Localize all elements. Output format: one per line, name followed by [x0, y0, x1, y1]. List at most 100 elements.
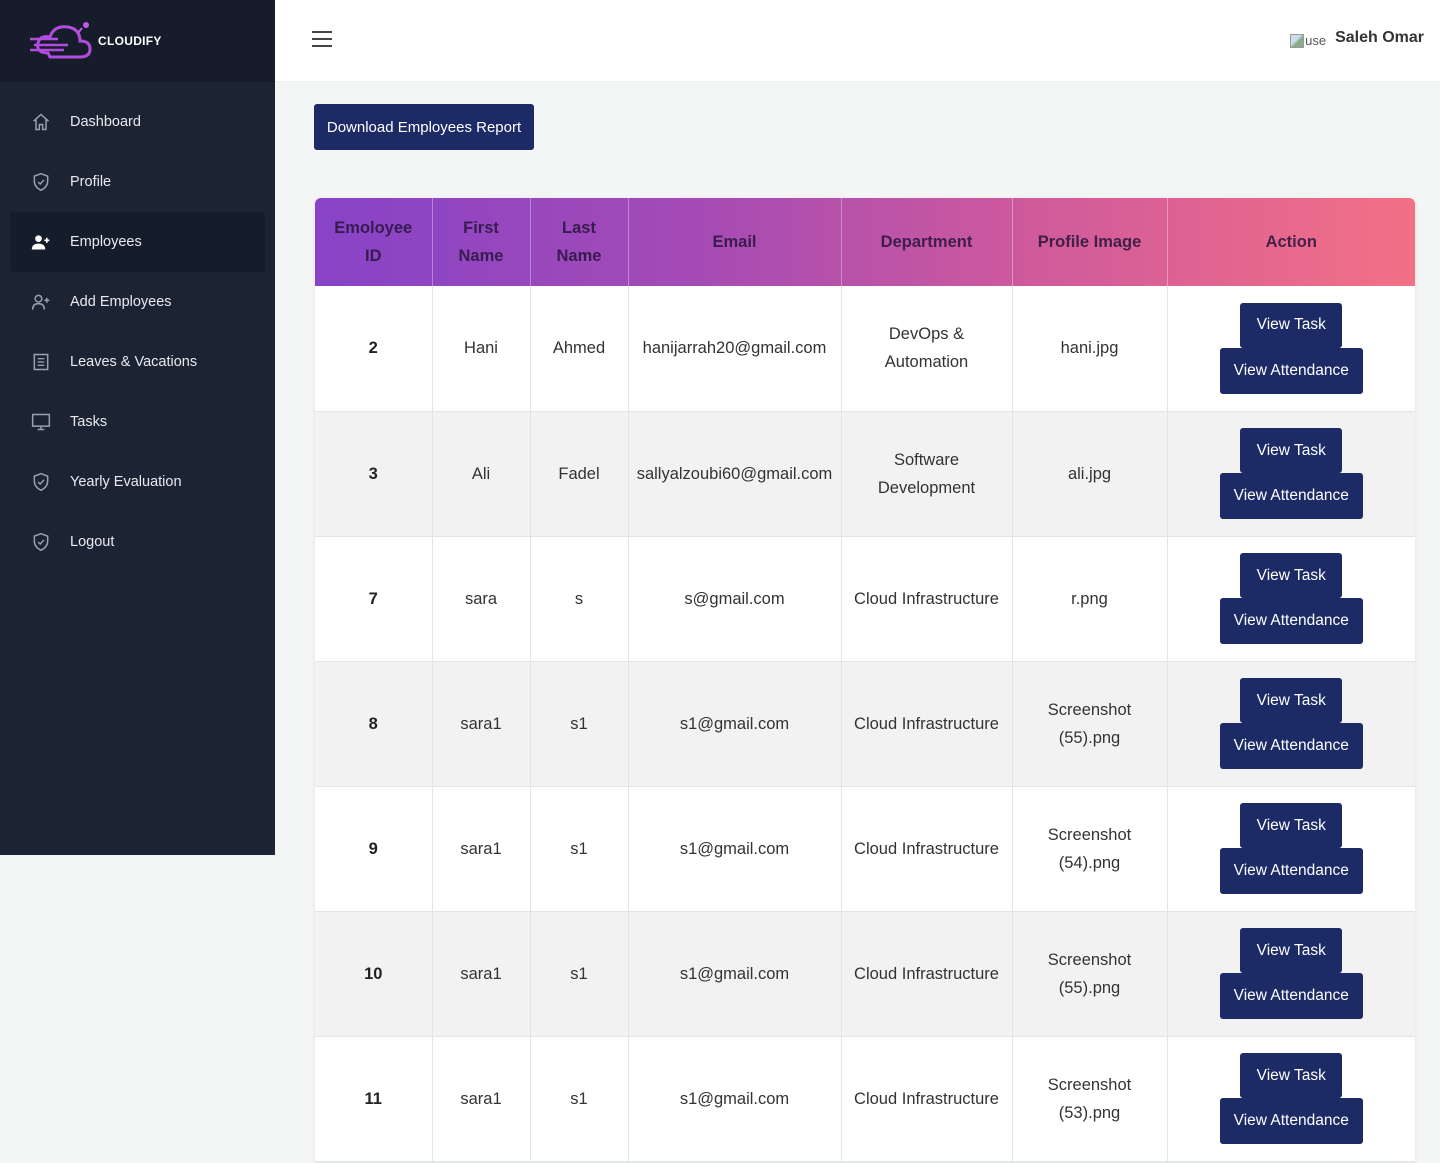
table-row: 2 Hani Ahmed hanijarrah20@gmail.com DevOps &…	[315, 286, 1415, 412]
email-cell: s1@gmail.com	[628, 1036, 842, 1162]
list-icon	[30, 351, 52, 373]
department-cell: Cloud Infrastructure	[841, 911, 1013, 1037]
user-plus-icon	[30, 231, 52, 253]
brand-name: CLOUDIFY	[98, 34, 162, 48]
monitor-icon	[30, 411, 52, 433]
view-task-button[interactable]: View Task	[1240, 553, 1343, 598]
last-name-cell: s1	[530, 661, 629, 787]
sidebar-item-label: Add Employees	[70, 294, 172, 310]
action-cell: View Task View Attendance	[1167, 661, 1415, 787]
sidebar-item-profile[interactable]: Profile	[10, 152, 265, 212]
last-name-cell: Ahmed	[530, 286, 629, 412]
first-name-cell: sara	[432, 536, 531, 662]
column-header-profile-image: Profile Image	[1012, 198, 1168, 286]
department-cell: Software Development	[841, 411, 1013, 537]
sidebar-item-dashboard[interactable]: Dashboard	[10, 92, 265, 152]
employee-id-cell: 2	[315, 286, 433, 412]
sidebar-item-label: Tasks	[70, 414, 108, 430]
view-attendance-button[interactable]: View Attendance	[1219, 973, 1363, 1019]
sidebar-item-employees[interactable]: Employees	[10, 212, 265, 272]
sidebar-item-add-employees[interactable]: Add Employees	[10, 272, 265, 332]
user-plus-icon	[30, 291, 52, 313]
first-name-cell: sara1	[432, 786, 531, 912]
broken-image-icon	[1290, 33, 1305, 48]
sidebar-item-tasks[interactable]: Tasks	[10, 392, 265, 452]
table-row: 7 sara s s@gmail.com Cloud Infrastructure r.p…	[315, 536, 1415, 662]
sidebar-item-label: Profile	[70, 174, 112, 190]
avatar-alt-text: use	[1305, 33, 1327, 48]
action-cell: View Task View Attendance	[1167, 1036, 1415, 1162]
view-task-button[interactable]: View Task	[1240, 803, 1343, 848]
user-name: Saleh Omar	[1335, 28, 1424, 46]
view-task-button[interactable]: View Task	[1240, 302, 1343, 348]
action-cell: View Task View Attendance	[1167, 536, 1415, 662]
first-name-cell: sara1	[432, 661, 531, 787]
hamburger-menu-icon[interactable]	[312, 31, 332, 47]
view-attendance-button[interactable]: View Attendance	[1219, 473, 1363, 519]
sidebar-item-label: Logout	[70, 534, 115, 550]
employee-id-cell: 9	[315, 786, 433, 912]
email-cell: hanijarrah20@gmail.com	[628, 286, 842, 412]
table-row: 3 Ali Fadel sallyalzoubi60@gmail.com Softwar…	[315, 411, 1415, 537]
sidebar-item-leaves[interactable]: Leaves & Vacations	[10, 332, 265, 392]
table-header-row: Emoloyee ID First Name Last Name Email Depa…	[315, 198, 1415, 286]
user-menu[interactable]: use Saleh Omar	[1290, 27, 1424, 48]
view-attendance-button[interactable]: View Attendance	[1219, 848, 1363, 894]
email-cell: s1@gmail.com	[628, 661, 842, 787]
action-cell: View Task View Attendance	[1167, 411, 1415, 537]
profile-image-cell: r.png	[1012, 536, 1168, 662]
email-cell: s@gmail.com	[628, 536, 842, 662]
email-cell: s1@gmail.com	[628, 786, 842, 912]
employee-id-cell: 11	[315, 1036, 433, 1162]
view-attendance-button[interactable]: View Attendance	[1219, 598, 1363, 644]
last-name-cell: s	[530, 536, 629, 662]
employee-id-cell: 7	[315, 536, 433, 662]
employee-id-cell: 8	[315, 661, 433, 787]
view-task-button[interactable]: View Task	[1240, 428, 1343, 473]
table-row: 11 sara1 s1 s1@gmail.com Cloud Infrastructur…	[315, 1036, 1415, 1162]
sidebar-item-yearly-evaluation[interactable]: Yearly Evaluation	[10, 452, 265, 512]
last-name-cell: s1	[530, 786, 629, 912]
table-row: 9 sara1 s1 s1@gmail.com Cloud Infrastructure…	[315, 786, 1415, 912]
view-attendance-button[interactable]: View Attendance	[1219, 1098, 1363, 1144]
cloud-logo-icon	[30, 22, 92, 59]
sidebar-item-label: Employees	[70, 234, 142, 250]
shield-icon	[30, 531, 52, 553]
avatar: use	[1290, 33, 1326, 48]
sidebar-item-logout[interactable]: Logout	[10, 512, 265, 572]
shield-icon	[30, 171, 52, 193]
email-cell: sallyalzoubi60@gmail.com	[628, 411, 842, 537]
view-task-button[interactable]: View Task	[1240, 928, 1343, 973]
sidebar: CLOUDIFY Dashboard Profile Employees Add…	[0, 0, 275, 855]
topbar: use Saleh Omar	[275, 0, 1440, 82]
column-header-first-name: First Name	[432, 198, 531, 286]
view-attendance-button[interactable]: View Attendance	[1219, 723, 1363, 769]
profile-image-cell: Screenshot (53).png	[1012, 1036, 1168, 1162]
first-name-cell: Hani	[432, 286, 531, 412]
first-name-cell: sara1	[432, 911, 531, 1037]
profile-image-cell: ali.jpg	[1012, 411, 1168, 537]
view-task-button[interactable]: View Task	[1240, 678, 1343, 723]
employee-id-cell: 10	[315, 911, 433, 1037]
email-cell: s1@gmail.com	[628, 911, 842, 1037]
department-cell: Cloud Infrastructure	[841, 786, 1013, 912]
department-cell: Cloud Infrastructure	[841, 1036, 1013, 1162]
department-cell: DevOps & Automation	[841, 286, 1013, 412]
profile-image-cell: Screenshot (55).png	[1012, 911, 1168, 1037]
column-header-email: Email	[628, 198, 842, 286]
employees-table: Emoloyee ID First Name Last Name Email Depa…	[315, 198, 1415, 1162]
profile-image-cell: Screenshot (55).png	[1012, 661, 1168, 787]
download-employees-report-button[interactable]: Download Employees Report	[314, 104, 534, 150]
table-row: 10 sara1 s1 s1@gmail.com Cloud Infrastructur…	[315, 911, 1415, 1037]
brand[interactable]: CLOUDIFY	[0, 0, 275, 82]
profile-image-cell: Screenshot (54).png	[1012, 786, 1168, 912]
column-header-employee-id: Emoloyee ID	[315, 198, 433, 286]
home-icon	[30, 111, 52, 133]
view-task-button[interactable]: View Task	[1240, 1053, 1343, 1098]
employee-id-cell: 3	[315, 411, 433, 537]
last-name-cell: s1	[530, 911, 629, 1037]
sidebar-item-label: Leaves & Vacations	[70, 354, 198, 370]
first-name-cell: sara1	[432, 1036, 531, 1162]
sidebar-item-label: Yearly Evaluation	[70, 474, 182, 490]
view-attendance-button[interactable]: View Attendance	[1219, 347, 1363, 394]
